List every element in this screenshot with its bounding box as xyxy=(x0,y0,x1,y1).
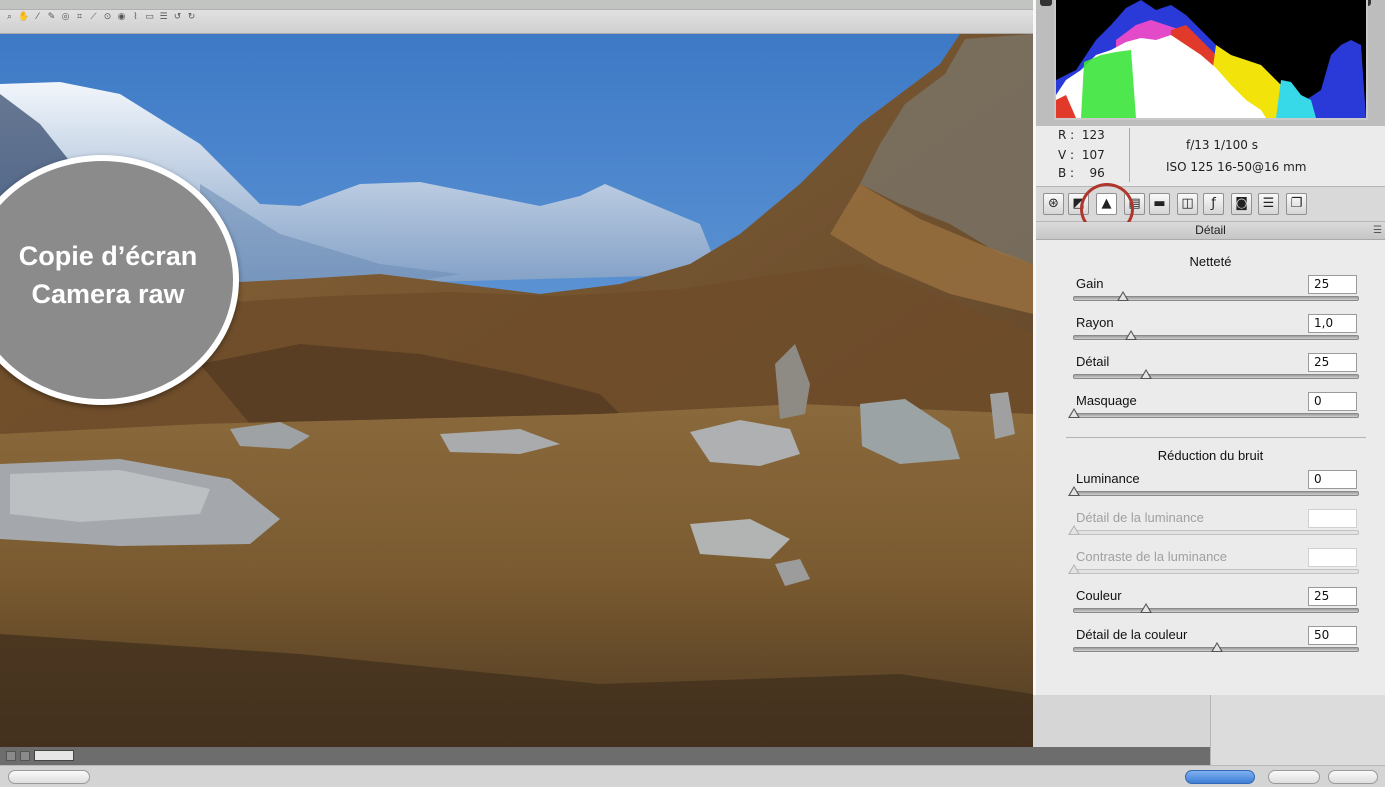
crop-tool-icon[interactable]: ⌗ xyxy=(74,12,85,23)
camera-calibration-icon[interactable]: ◙ xyxy=(1231,193,1252,215)
histogram-area xyxy=(1036,0,1385,126)
readout-divider xyxy=(1129,128,1130,182)
noise-luminance-label: Luminance xyxy=(1076,471,1140,486)
iso-lens-info: ISO 125 16-50@16 mm xyxy=(1166,160,1307,174)
presets-icon[interactable]: ☰ xyxy=(1258,193,1279,215)
noise-detail-de-la-couleur-label: Détail de la couleur xyxy=(1076,627,1188,642)
noise-contraste-de-la-luminance-value-field xyxy=(1308,548,1357,567)
noise-detail-de-la-luminance-slider-thumb xyxy=(1068,525,1080,535)
adjustment-brush-icon[interactable]: ⌇ xyxy=(130,12,141,23)
blue-label: B : xyxy=(1058,166,1075,180)
noise-couleur-label: Couleur xyxy=(1076,588,1122,603)
sharpening-gain-value-field[interactable]: 25 xyxy=(1308,275,1357,294)
green-readout: V : 107 xyxy=(1058,148,1105,162)
section-title: Détail xyxy=(1195,223,1226,237)
footer-bar xyxy=(0,765,1385,787)
target-adjust-tool-icon[interactable]: ◎ xyxy=(60,12,71,23)
noise-couleur-value-field[interactable]: 25 xyxy=(1308,587,1357,606)
sharpening-title: Netteté xyxy=(1189,254,1232,269)
noise-detail-de-la-couleur-slider-thumb[interactable] xyxy=(1211,642,1223,652)
sharpening-detail-value-field[interactable]: 25 xyxy=(1308,353,1357,372)
badge-line-2: Camera raw xyxy=(31,279,185,309)
histogram-graph xyxy=(1056,0,1366,118)
sharpening-detail-slider[interactable] xyxy=(1073,369,1359,379)
sharpening-masquage-label: Masquage xyxy=(1076,393,1137,408)
noise-couleur-slider-thumb[interactable] xyxy=(1139,603,1152,613)
noise-reduction-title: Réduction du bruit xyxy=(1157,448,1264,463)
noise-contraste-de-la-luminance-slider xyxy=(1068,564,1359,574)
sharpening-rayon-label: Rayon xyxy=(1076,315,1114,330)
sharpening-rayon-slider-thumb[interactable] xyxy=(1125,330,1138,340)
blue-readout: B : 96 xyxy=(1058,166,1105,180)
sharpening-rayon-slider[interactable] xyxy=(1073,330,1359,340)
histogram xyxy=(1054,0,1368,120)
noise-detail-de-la-luminance-value-field xyxy=(1308,509,1357,528)
preferences-icon[interactable]: ☰ xyxy=(158,12,169,23)
red-eye-tool-icon[interactable]: ◉ xyxy=(116,12,127,23)
preview-status-bar xyxy=(0,747,1210,765)
shadow-clipping-indicator[interactable] xyxy=(1040,0,1052,6)
color-sampler-tool-icon[interactable]: ✎ xyxy=(46,12,57,23)
noise-detail-de-la-luminance-label: Détail de la luminance xyxy=(1076,510,1204,525)
sharpening-detail-label: Détail xyxy=(1076,354,1110,369)
noise-contraste-de-la-luminance-slider-thumb xyxy=(1068,564,1080,574)
sharpening-masquage-slider-thumb[interactable] xyxy=(1068,408,1080,418)
cancel-button[interactable] xyxy=(1268,770,1320,784)
noise-detail-de-la-luminance-slider xyxy=(1068,525,1359,535)
spot-removal-tool-icon[interactable]: ⊙ xyxy=(102,12,113,23)
noise-detail-de-la-couleur-slider[interactable] xyxy=(1073,642,1359,652)
badge-line-1: Copie d’écran xyxy=(18,241,198,271)
toolbar: ⌕ ✋ ⁄ ✎ ◎ ⌗ ⟋ ⊙ ◉ ⌇ ▭ ☰ ↺ ↻ xyxy=(0,0,1033,34)
green-label: V : xyxy=(1058,148,1075,162)
zoom-level-select[interactable] xyxy=(34,750,74,761)
effects-icon[interactable]: ƒ xyxy=(1203,193,1224,215)
save-image-button[interactable] xyxy=(8,770,90,784)
group-separator xyxy=(1066,437,1366,438)
sharpening-masquage-slider[interactable] xyxy=(1068,408,1359,418)
noise-detail-de-la-couleur-value-field[interactable]: 50 xyxy=(1308,626,1357,645)
lens-corrections-icon[interactable]: ◫ xyxy=(1177,193,1198,215)
pixel-readout: R : 123 V : 107 B : 96 f/13 1/100 s ISO … xyxy=(1036,126,1385,184)
sharpening-gain-slider[interactable] xyxy=(1073,291,1359,301)
info-area xyxy=(1210,695,1385,765)
zoom-out-button[interactable] xyxy=(6,750,16,761)
noise-luminance-slider-thumb[interactable] xyxy=(1068,486,1080,496)
sharpening-gain-slider-thumb[interactable] xyxy=(1116,291,1129,301)
red-value: 123 xyxy=(1081,128,1105,142)
blue-value: 96 xyxy=(1089,166,1105,180)
sharpening-gain-label: Gain xyxy=(1076,276,1104,291)
noise-luminance-value-field[interactable]: 0 xyxy=(1308,470,1357,489)
basic-icon[interactable]: ⊛ xyxy=(1043,193,1064,215)
zoom-controls xyxy=(6,750,74,761)
noise-couleur-slider[interactable] xyxy=(1073,603,1359,613)
exposure-info: f/13 1/100 s xyxy=(1186,138,1258,152)
red-readout: R : 123 xyxy=(1058,128,1105,142)
graduated-filter-icon[interactable]: ▭ xyxy=(144,12,155,23)
hand-tool-icon[interactable]: ✋ xyxy=(18,12,29,23)
rotate-left-icon[interactable]: ↺ xyxy=(172,12,183,23)
split-toning-icon[interactable]: ▬ xyxy=(1149,193,1170,215)
section-header: Détail ☰ xyxy=(1036,222,1385,240)
tool-group: ⌕ ✋ ⁄ ✎ ◎ ⌗ ⟋ ⊙ ◉ ⌇ ▭ ☰ ↺ ↻ xyxy=(4,12,197,23)
panel-menu-icon[interactable]: ☰ xyxy=(1373,222,1382,239)
white-balance-tool-icon[interactable]: ⁄ xyxy=(32,12,43,23)
open-object-button[interactable] xyxy=(1185,770,1255,784)
noise-contraste-de-la-luminance-label: Contraste de la luminance xyxy=(1076,549,1228,564)
sharpening-rayon-value-field[interactable]: 1,0 xyxy=(1308,314,1357,333)
sharpening-detail-slider-thumb[interactable] xyxy=(1139,369,1152,379)
camera-raw-window: ⌕ ✋ ⁄ ✎ ◎ ⌗ ⟋ ⊙ ◉ ⌇ ▭ ☰ ↺ ↻ Copie d’écra… xyxy=(0,0,1385,787)
title-strip xyxy=(0,0,1033,10)
green-value: 107 xyxy=(1081,148,1105,162)
rotate-right-icon[interactable]: ↻ xyxy=(186,12,197,23)
zoom-tool-icon[interactable]: ⌕ xyxy=(4,12,15,23)
done-button[interactable] xyxy=(1328,770,1378,784)
sharpening-masquage-value-field[interactable]: 0 xyxy=(1308,392,1357,411)
panel-tabs: ⊛ ◩ ▲ ▤ ▬ ◫ ƒ ◙ ☰ ❐ xyxy=(1036,183,1385,235)
snapshots-icon[interactable]: ❐ xyxy=(1286,193,1307,215)
red-label: R : xyxy=(1058,128,1075,142)
adjustments-panel: R : 123 V : 107 B : 96 f/13 1/100 s ISO … xyxy=(1033,0,1385,695)
noise-luminance-slider[interactable] xyxy=(1068,486,1359,496)
zoom-in-button[interactable] xyxy=(20,750,30,761)
straighten-tool-icon[interactable]: ⟋ xyxy=(88,12,99,23)
